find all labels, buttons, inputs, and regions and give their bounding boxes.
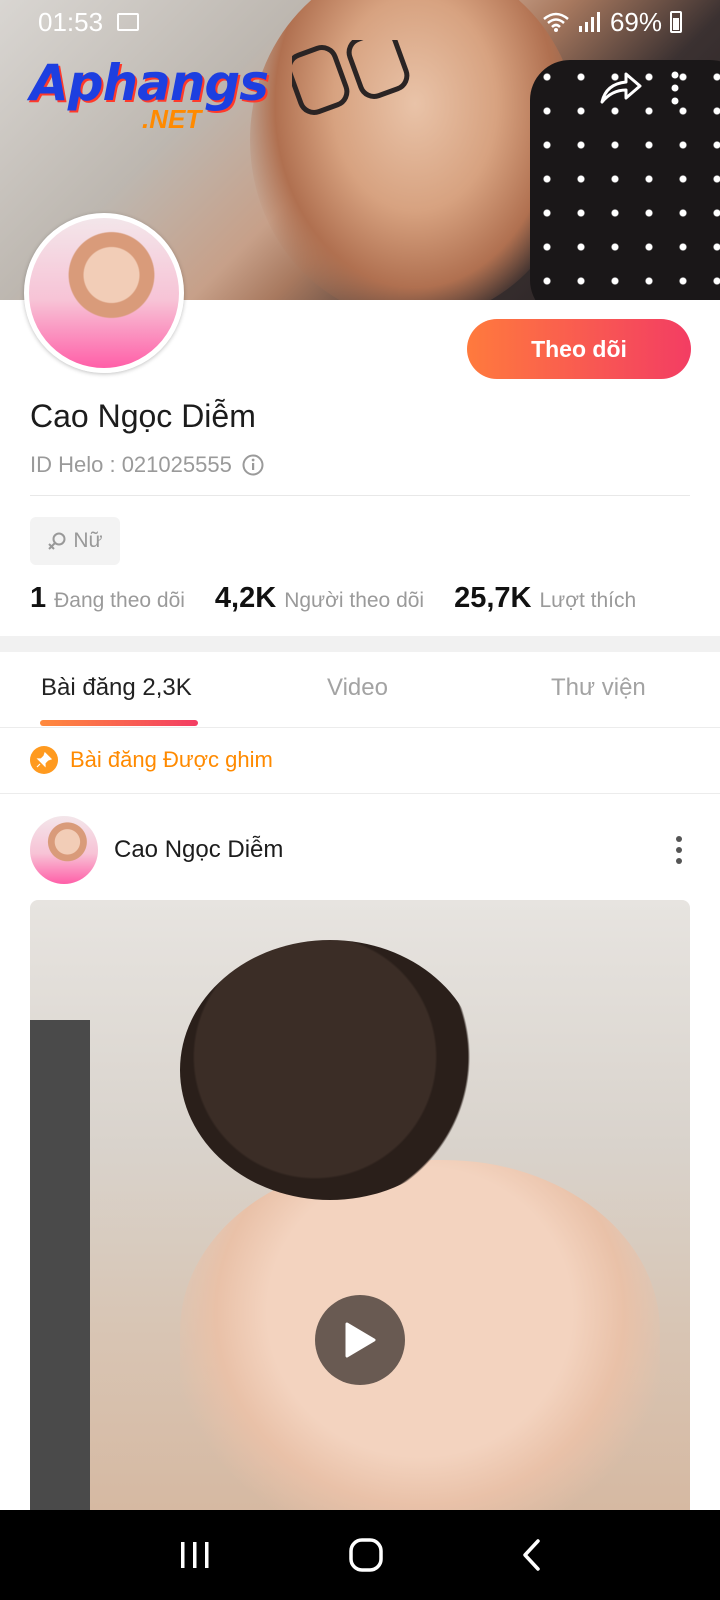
stat-value: 25,7K	[454, 582, 532, 614]
pin-icon	[30, 746, 58, 774]
tab-video[interactable]: Video	[327, 674, 388, 702]
pinned-posts-header[interactable]: Bài đăng Được ghim	[30, 746, 273, 774]
post-author-avatar[interactable]	[30, 816, 98, 884]
female-icon	[48, 532, 66, 550]
stat-label: Lượt thích	[539, 589, 637, 612]
cover-glasses	[292, 40, 410, 115]
content-tabs: Bài đăng 2,3K Video Thư viện	[0, 652, 720, 728]
divider	[30, 495, 690, 496]
watermark-suffix: .NET	[142, 104, 202, 134]
home-icon[interactable]	[348, 1537, 384, 1573]
system-navigation-bar	[0, 1510, 720, 1600]
gender-label: Nữ	[73, 529, 103, 552]
image-notification-icon	[117, 13, 140, 31]
battery-percent: 69%	[609, 6, 662, 37]
back-icon[interactable]	[520, 1538, 542, 1572]
share-icon[interactable]	[598, 70, 642, 106]
thumbnail-background-object	[30, 1020, 90, 1510]
profile-id: ID Helo : 021025555	[30, 452, 264, 478]
stat-label: Đang theo dõi	[54, 589, 185, 612]
watermark-brand: Aphangs	[30, 54, 269, 112]
profile-stats: 1 Đang theo dõi 4,2K Người theo dõi 25,7…	[30, 582, 666, 615]
pinned-label: Bài đăng Được ghim	[70, 747, 273, 772]
battery-icon	[670, 11, 682, 33]
recent-apps-icon[interactable]	[178, 1540, 212, 1570]
active-tab-indicator	[40, 720, 198, 726]
stat-following[interactable]: 1 Đang theo dõi	[30, 582, 185, 615]
more-options-icon[interactable]	[670, 71, 680, 105]
thumbnail-hair	[180, 940, 480, 1200]
stat-value: 4,2K	[214, 582, 277, 614]
info-icon[interactable]	[242, 454, 264, 476]
profile-id-text: ID Helo : 021025555	[30, 452, 232, 477]
stat-followers[interactable]: 4,2K Người theo dõi	[215, 582, 424, 615]
gender-tag: Nữ	[30, 517, 120, 565]
status-bar: 01:53 69%	[0, 0, 720, 44]
post-author-name[interactable]: Cao Ngọc Diễm	[114, 836, 283, 864]
section-separator	[0, 636, 720, 652]
post-header: Cao Ngọc Diễm	[30, 815, 690, 885]
post-more-icon[interactable]	[668, 832, 690, 868]
status-time: 01:53	[38, 6, 104, 37]
follow-button[interactable]: Theo dõi	[467, 319, 691, 379]
post-video-thumbnail[interactable]	[30, 900, 690, 1510]
play-icon[interactable]	[315, 1295, 405, 1385]
tab-posts[interactable]: Bài đăng 2,3K	[41, 674, 192, 702]
profile-avatar[interactable]	[24, 213, 184, 373]
wifi-icon	[543, 12, 569, 32]
stat-likes[interactable]: 25,7K Lượt thích	[454, 582, 636, 615]
thumbnail-figure	[180, 1160, 660, 1510]
header-actions	[598, 70, 680, 106]
tab-library[interactable]: Thư viện	[551, 674, 646, 702]
stat-value: 1	[30, 582, 47, 614]
divider	[0, 793, 720, 794]
watermark-logo: Aphangs .NET	[30, 54, 269, 138]
signal-icon	[578, 12, 600, 32]
stat-label: Người theo dõi	[284, 589, 425, 612]
profile-name: Cao Ngọc Diễm	[30, 398, 256, 434]
